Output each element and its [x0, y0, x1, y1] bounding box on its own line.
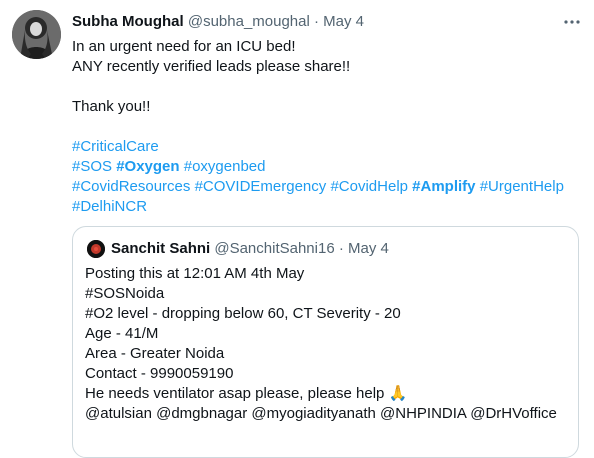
hashtag-line: #SOS #Oxygen #oxygenbed — [72, 157, 582, 177]
quoted-author-handle[interactable]: @SanchitSahni16 — [214, 240, 334, 257]
folded-hands-icon: 🙏 — [388, 385, 408, 402]
quoted-text: Posting this at 12:01 AM 4th May #SOSNoi… — [85, 264, 570, 424]
tweet-line: ANY recently verified leads please share… — [72, 58, 351, 75]
hashtag-link[interactable]: #Amplify — [412, 178, 475, 195]
separator-dot: · — [314, 13, 319, 30]
quoted-mentions: @atulsian @dmgbnagar @myogiadityanath @N… — [85, 405, 557, 422]
avatar[interactable] — [12, 10, 61, 59]
hashtag-line: #CriticalCare — [72, 137, 582, 157]
hashtag-link[interactable]: #DelhiNCR — [72, 198, 147, 215]
tweet-line: Thank you!! — [72, 98, 151, 115]
quoted-tweet[interactable]: Sanchit Sahni @SanchitSahni16 · May 4 Po… — [72, 226, 579, 458]
quoted-date[interactable]: May 4 — [348, 240, 389, 257]
quoted-avatar[interactable] — [87, 240, 105, 258]
quoted-line: #SOSNoida — [85, 285, 165, 302]
quoted-author-name[interactable]: Sanchit Sahni — [111, 240, 210, 257]
hashtag-link[interactable]: #oxygenbed — [184, 158, 266, 175]
hashtag-line: #CovidResources #COVIDEmergency #CovidHe… — [72, 177, 582, 197]
author-handle[interactable]: @subha_moughal — [188, 13, 310, 30]
author-name[interactable]: Subha Moughal — [72, 13, 184, 30]
quoted-line: #O2 level - dropping below 60, CT Severi… — [85, 305, 401, 322]
quoted-line: Area - Greater Noida — [85, 345, 225, 362]
quoted-line: He needs ventilator asap please, please … — [85, 385, 385, 402]
tweet-text: In an urgent need for an ICU bed! ANY re… — [72, 37, 582, 217]
tweet-header: Subha Moughal @subha_moughal · May 4 — [72, 12, 364, 32]
tweet-line: In an urgent need for an ICU bed! — [72, 38, 296, 55]
tweet-date[interactable]: May 4 — [323, 13, 364, 30]
hashtag-link[interactable]: #SOS — [72, 158, 112, 175]
more-icon[interactable] — [558, 8, 586, 36]
hashtag-line: #DelhiNCR — [72, 197, 582, 217]
hashtag-link[interactable]: #Oxygen — [116, 158, 179, 175]
hashtag-link[interactable]: #CovidResources — [72, 178, 190, 195]
quoted-line: Posting this at 12:01 AM 4th May — [85, 265, 305, 282]
separator-dot: · — [338, 240, 344, 257]
quoted-line-with-emoji: He needs ventilator asap please, please … — [85, 384, 570, 404]
hashtag-link[interactable]: #CriticalCare — [72, 138, 159, 155]
quoted-line: Age - 41/M — [85, 325, 159, 342]
hashtag-link[interactable]: #CovidHelp — [330, 178, 408, 195]
quoted-header: Sanchit Sahni @SanchitSahni16 · May 4 — [111, 239, 389, 259]
hashtag-link[interactable]: #UrgentHelp — [480, 178, 564, 195]
quoted-line: Contact - 9990059190 — [85, 365, 234, 382]
hashtag-link[interactable]: #COVIDEmergency — [195, 178, 327, 195]
